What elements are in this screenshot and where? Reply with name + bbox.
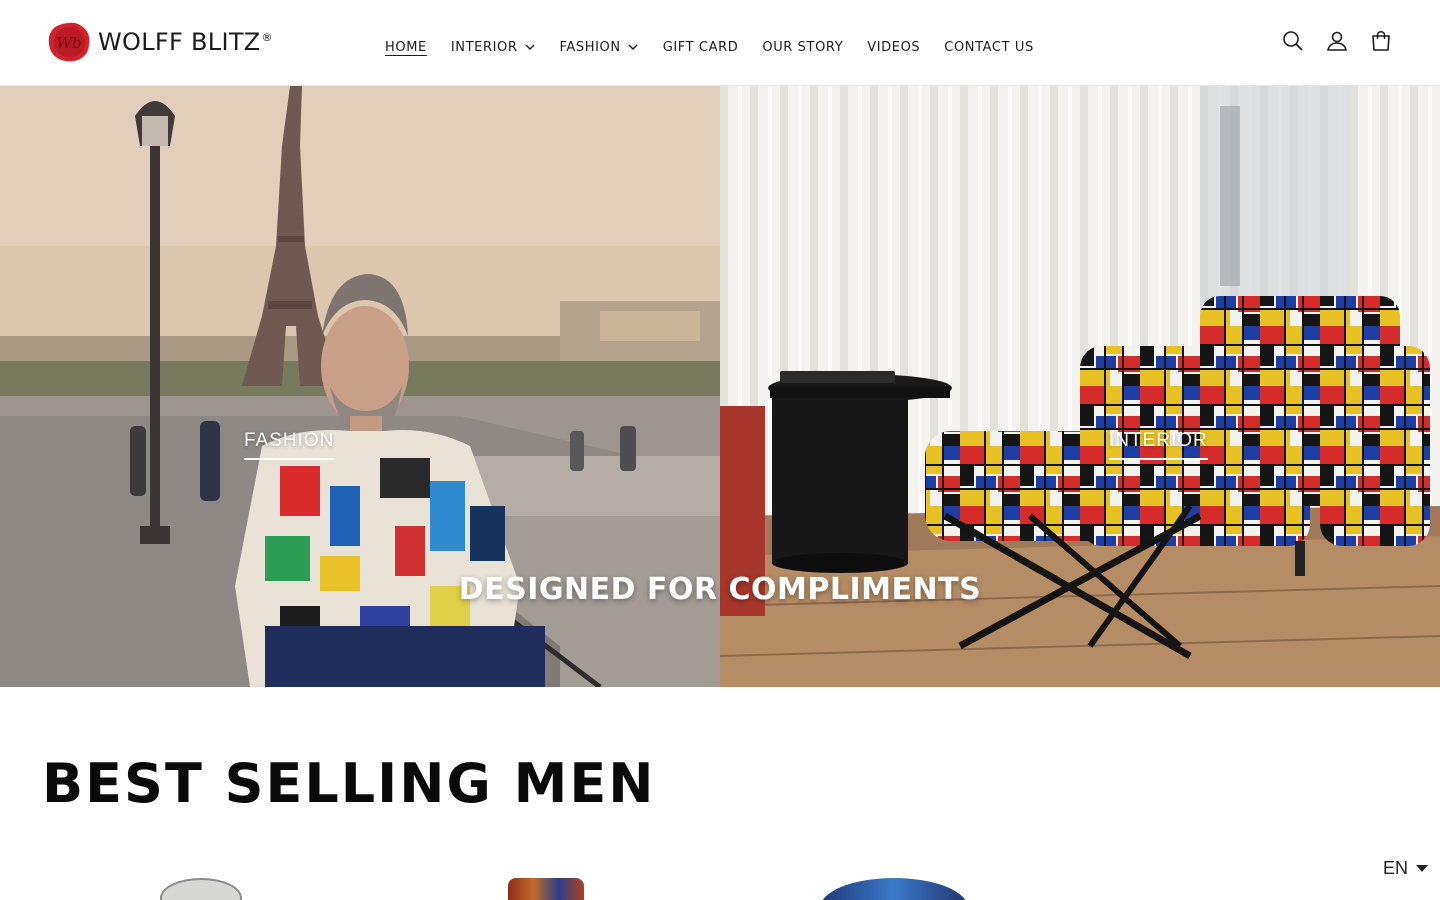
main-nav: HOME INTERIOR FASHION GIFT CARD OUR STOR… [373, 30, 1046, 64]
nav-videos[interactable]: VIDEOS [855, 30, 932, 64]
nav-fashion-label: FASHION [559, 39, 621, 55]
nav-gift-card-label: GIFT CARD [662, 39, 739, 55]
nav-home[interactable]: HOME [373, 30, 439, 64]
cart-button[interactable] [1370, 28, 1392, 54]
nav-interior[interactable]: INTERIOR [439, 30, 548, 64]
header-icons [1282, 28, 1392, 54]
nav-home-label: HOME [385, 39, 427, 55]
brand-name-text: WOLFF BLITZ [98, 28, 261, 56]
wax-seal-icon: Wb [48, 22, 90, 62]
hero-tagline: DESIGNED FOR COMPLIMENTS [458, 572, 982, 607]
registered-mark: ® [261, 31, 273, 44]
product-card-image[interactable] [160, 878, 242, 900]
product-card-image[interactable] [820, 878, 968, 900]
nav-interior-label: INTERIOR [450, 39, 518, 55]
nav-gift-card[interactable]: GIFT CARD [651, 30, 751, 64]
product-card-image[interactable] [508, 878, 584, 900]
seal-monogram: Wb [56, 34, 81, 52]
brand-name: WOLFF BLITZ® [98, 22, 273, 62]
account-button[interactable] [1326, 28, 1348, 54]
chevron-down-icon [628, 44, 638, 50]
account-icon [1327, 31, 1347, 51]
chevron-down-icon [525, 44, 534, 50]
site-header: Wb WOLFF BLITZ® HOME INTERIOR FASHION GI… [0, 0, 1440, 86]
nav-our-story-label: OUR STORY [762, 39, 844, 55]
product-row [0, 870, 1440, 900]
search-icon [1283, 31, 1303, 51]
nav-fashion[interactable]: FASHION [548, 30, 651, 64]
language-current: EN [1383, 858, 1409, 878]
nav-contact-us-label: CONTACT US [944, 39, 1034, 55]
caret-down-icon [1416, 865, 1429, 872]
search-button[interactable] [1282, 28, 1304, 54]
hero-fashion-link[interactable]: FASHION [244, 430, 335, 460]
nav-our-story[interactable]: OUR STORY [750, 30, 855, 64]
nav-contact-us[interactable]: CONTACT US [932, 30, 1046, 64]
brand-logo[interactable]: Wb WOLFF BLITZ® [48, 22, 273, 62]
section-title: BEST SELLING MEN [42, 752, 656, 815]
nav-videos-label: VIDEOS [867, 39, 921, 55]
cart-icon [1372, 31, 1390, 51]
language-selector[interactable]: EN [1383, 858, 1429, 879]
hero-interior-link[interactable]: INTERIOR [1109, 430, 1208, 460]
hero-banner: FASHION INTERIOR DESIGNED FOR COMPLIMENT… [0, 86, 1440, 687]
